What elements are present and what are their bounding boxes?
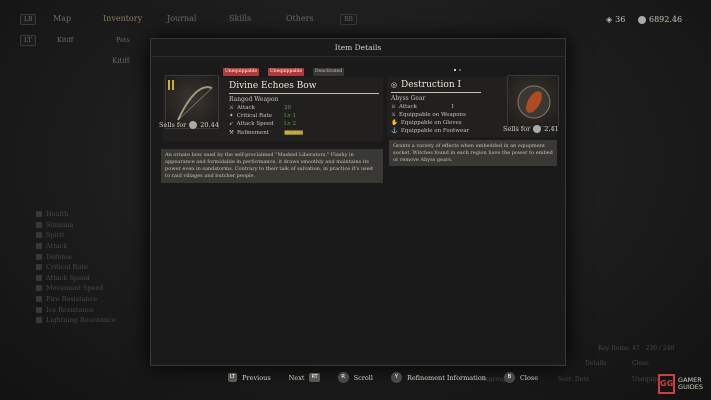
tab-skills[interactable]: Skills	[229, 14, 251, 23]
refine-icon: ⚒	[229, 130, 234, 136]
spirit-icon	[36, 232, 42, 239]
tab-inventory[interactable]: Inventory	[103, 14, 142, 23]
left-sells-for: Sells for 20.44	[159, 121, 219, 129]
defense-icon	[36, 253, 42, 260]
subnav-prev-button[interactable]: LT	[20, 35, 36, 46]
right-item-description: Grants a variety of effects when embedde…	[389, 140, 557, 166]
rt-key-icon[interactable]: RT	[309, 373, 320, 382]
tab-others[interactable]: Others	[286, 14, 314, 23]
stat-row: Critical Rate	[36, 262, 156, 273]
abyss-gear-image	[507, 75, 559, 127]
stat-gloves: ✋ Equippable on Gloves	[391, 120, 462, 126]
y-button-icon[interactable]: Y	[390, 372, 402, 383]
deactivated-badge: Deactivated	[313, 68, 345, 76]
stat-attack: ⚔ Attack 1	[391, 104, 455, 110]
right-item-name: ◎ Destruction I	[391, 80, 481, 93]
gem-icon	[517, 85, 551, 119]
currency-count: 6892.46	[638, 15, 682, 24]
left-item-name: Divine Echoes Bow	[229, 81, 379, 94]
stat-row: Lightning Resistance	[36, 315, 156, 326]
boots-icon: ⚓	[391, 128, 398, 134]
right-sells-for: Sells for 2.41	[503, 125, 559, 133]
fire-icon	[36, 296, 42, 303]
critical-icon: ✦	[229, 113, 234, 119]
refinement-bars: ▮▮▮▮▮▮▮▮▮	[284, 130, 303, 136]
crystal-count: ◈ 36	[606, 15, 626, 24]
stat-attack: ⚔ Attack 20	[229, 105, 291, 111]
refinement-info-label[interactable]: Refinement Information	[407, 374, 486, 382]
heart-icon	[36, 211, 42, 218]
stat-footwear: ⚓ Equippable on Footwear	[391, 128, 470, 134]
bg-close-label: Close	[632, 360, 649, 367]
right-stick-icon[interactable]: R	[337, 372, 349, 383]
stat-refinement: ⚒ Refinement ▮▮▮▮▮▮▮▮▮	[229, 130, 303, 136]
right-item-type: Abyss Gear	[391, 95, 426, 102]
stat-row: Fire Resistance	[36, 294, 156, 305]
logo-mark: GG	[658, 374, 676, 394]
subtab-pets[interactable]: Pets	[116, 36, 130, 44]
modal-title: Item Details	[151, 39, 565, 57]
stat-critical-rate: ✦ Critical Rate Lv 1	[229, 113, 297, 119]
stat-row: Ice Resistance	[36, 304, 156, 315]
stat-row: Movement Speed	[36, 283, 156, 294]
coin-icon	[638, 15, 646, 24]
stat-row: Defense	[36, 251, 156, 262]
stamina-icon	[36, 221, 42, 228]
page-dot	[459, 69, 461, 71]
subtab-character[interactable]: Kitiff	[57, 36, 73, 44]
lt-key-icon[interactable]: LT	[228, 373, 238, 382]
stat-row: Spirit	[36, 230, 156, 241]
unequip-label: Unequip	[632, 376, 658, 383]
unequippable-badge: Unequippable	[268, 68, 304, 76]
gear-socket-icon: ◎	[391, 81, 398, 89]
nav-prev-button[interactable]: LB	[20, 14, 37, 25]
movement-icon	[36, 285, 42, 292]
crystal-icon: ◈	[606, 15, 613, 24]
tab-map[interactable]: Map	[53, 14, 71, 23]
attack-icon: ⚔	[229, 105, 234, 111]
key-items-count: Key Items: 47 · 230 / 240	[598, 345, 675, 352]
stat-row: Stamina	[36, 220, 156, 231]
lightning-icon	[36, 317, 42, 324]
previous-label[interactable]: Previous	[242, 374, 271, 382]
tab-journal[interactable]: Journal	[167, 14, 196, 23]
close-label[interactable]: Close	[520, 374, 538, 382]
character-name: Kitiff	[112, 57, 130, 65]
b-button-icon[interactable]: B	[503, 372, 515, 383]
ice-icon	[36, 306, 42, 313]
left-item-description: An ornate bow used by the self-proclaime…	[161, 149, 383, 183]
speed-icon	[36, 274, 42, 281]
sort-label: Sort: Date	[558, 376, 590, 383]
critical-icon	[36, 264, 42, 271]
item-details-modal: Item Details Unequippable Unequippable D…	[150, 38, 566, 366]
left-item-type: Ranged Weapon	[229, 96, 279, 103]
stat-row: Attack	[36, 241, 156, 252]
gamer-guides-logo: GG GAMER GUIDES	[658, 374, 703, 394]
attack-icon	[36, 243, 42, 250]
details-label: Details	[585, 360, 607, 367]
character-stats-list: Health Stamina Spirit Attack Defense Cri…	[36, 209, 156, 326]
page-dot-active	[454, 69, 456, 71]
nav-next-button[interactable]: RB	[340, 14, 357, 25]
stat-weapons: ⚔ Equippable on Weapons	[391, 112, 466, 118]
controls-bar: LT Previous Next RT R Scroll Y Refinemen…	[228, 372, 538, 383]
stat-row: Attack Speed	[36, 273, 156, 284]
coin-icon	[189, 121, 198, 129]
weapon-icon: ⚔	[391, 112, 396, 118]
gloves-icon: ✋	[391, 120, 398, 126]
stat-attack-speed: ➹ Attack Speed Lv 2	[229, 121, 297, 127]
speed-icon: ➹	[229, 121, 234, 127]
next-label[interactable]: Next	[289, 374, 305, 382]
unequippable-badge: Unequippable	[223, 68, 259, 76]
stat-row: Health	[36, 209, 156, 220]
attack-icon: ⚔	[391, 104, 396, 110]
coin-icon	[533, 125, 542, 133]
scroll-label[interactable]: Scroll	[354, 374, 373, 382]
